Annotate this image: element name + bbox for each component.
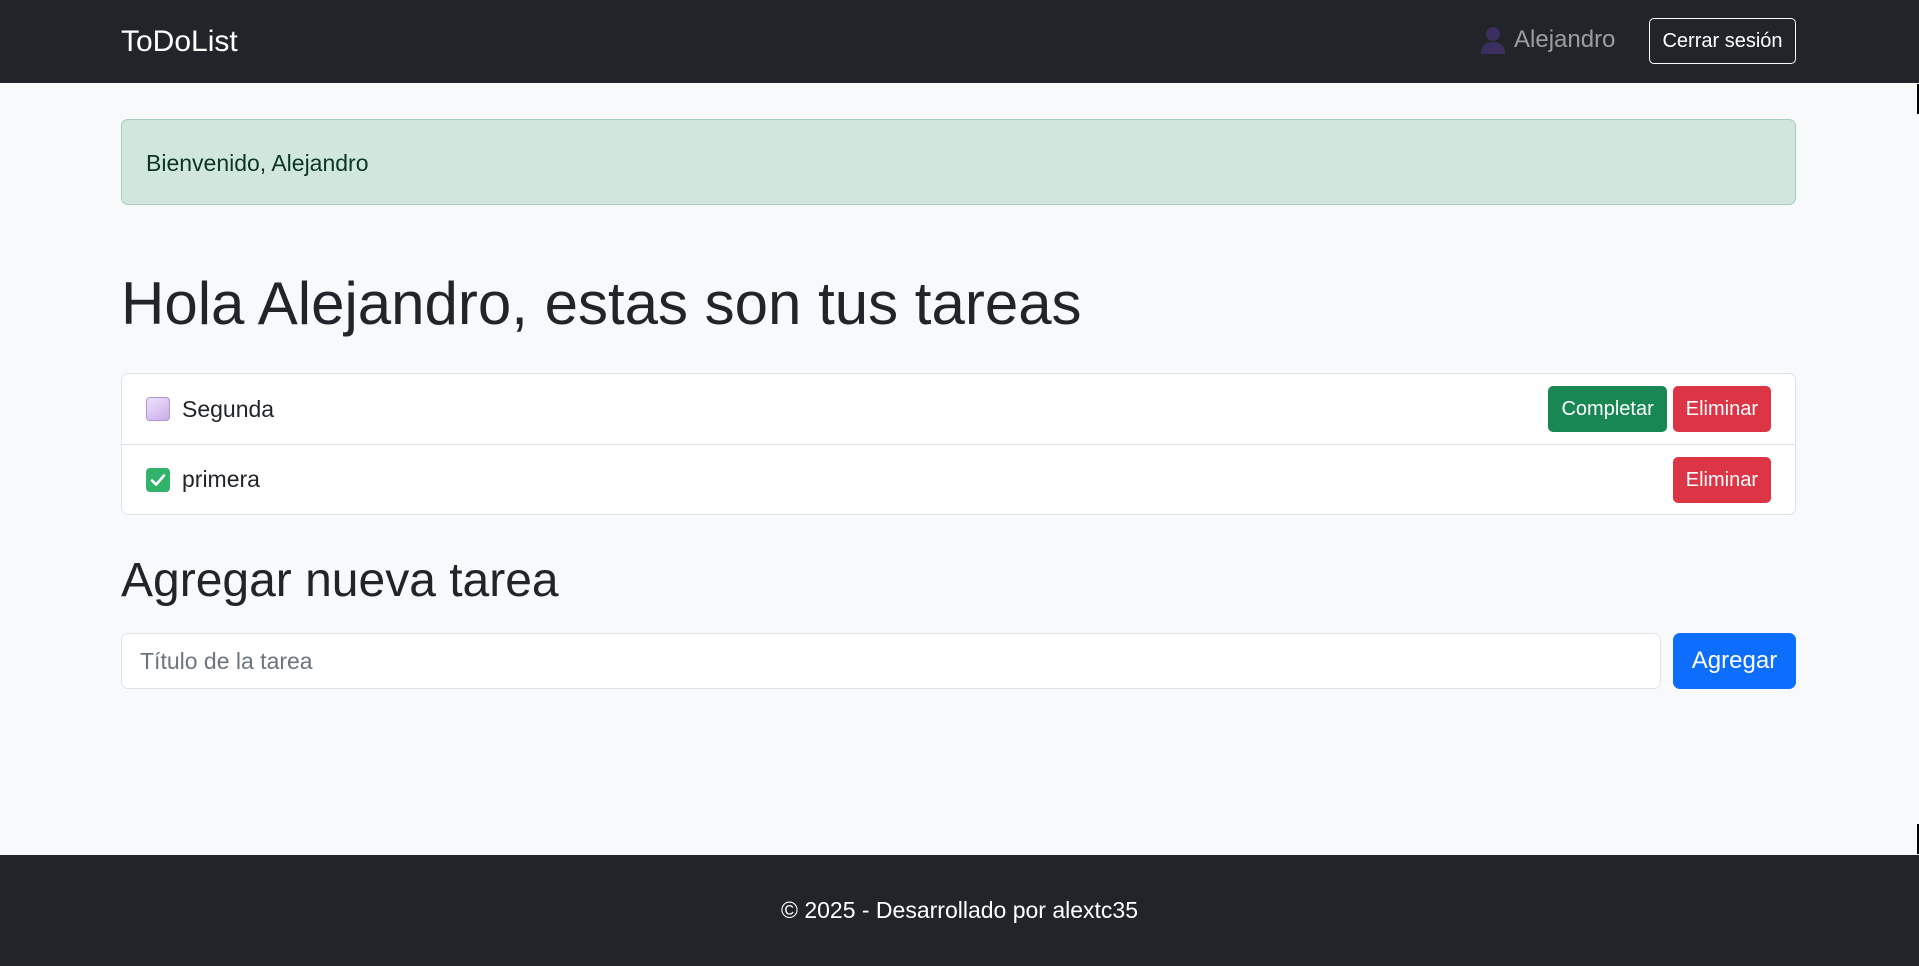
footer: © 2025 - Desarrollado por alextc35 bbox=[0, 855, 1919, 966]
page-title: Hola Alejandro, estas son tus tareas bbox=[121, 270, 1082, 337]
navbar: ToDoList Alejandro Cerrar sesión bbox=[0, 0, 1919, 83]
add-task-heading: Agregar nueva tarea bbox=[121, 554, 559, 607]
user-icon bbox=[1480, 26, 1506, 54]
logout-button[interactable]: Cerrar sesión bbox=[1649, 18, 1796, 64]
welcome-alert: Bienvenido, Alejandro bbox=[121, 119, 1796, 205]
task-actions: Eliminar bbox=[1672, 457, 1771, 503]
complete-task-button[interactable]: Completar bbox=[1548, 386, 1667, 432]
delete-task-button[interactable]: Eliminar bbox=[1672, 386, 1771, 432]
user-info: Alejandro bbox=[1480, 22, 1615, 58]
task-item: primera Eliminar bbox=[122, 444, 1795, 514]
brand-link[interactable]: ToDoList bbox=[121, 22, 238, 62]
page: ToDoList Alejandro Cerrar sesión Bienven… bbox=[0, 0, 1919, 966]
check-mark-icon bbox=[146, 467, 170, 492]
user-name: Alejandro bbox=[1514, 26, 1616, 53]
add-task-button[interactable]: Agregar bbox=[1673, 633, 1796, 689]
task-title-input[interactable] bbox=[121, 633, 1661, 689]
delete-task-button[interactable]: Eliminar bbox=[1672, 457, 1771, 503]
unchecked-box-icon bbox=[146, 397, 170, 421]
task-actions: Completar Eliminar bbox=[1548, 386, 1771, 432]
task-list: Segunda Completar Eliminar primera Elimi… bbox=[121, 373, 1796, 515]
footer-text: © 2025 - Desarrollado por alextc35 bbox=[780, 897, 1139, 923]
task-title: primera bbox=[182, 466, 260, 492]
task-title: Segunda bbox=[182, 395, 275, 422]
task-item: Segunda Completar Eliminar bbox=[122, 374, 1795, 444]
